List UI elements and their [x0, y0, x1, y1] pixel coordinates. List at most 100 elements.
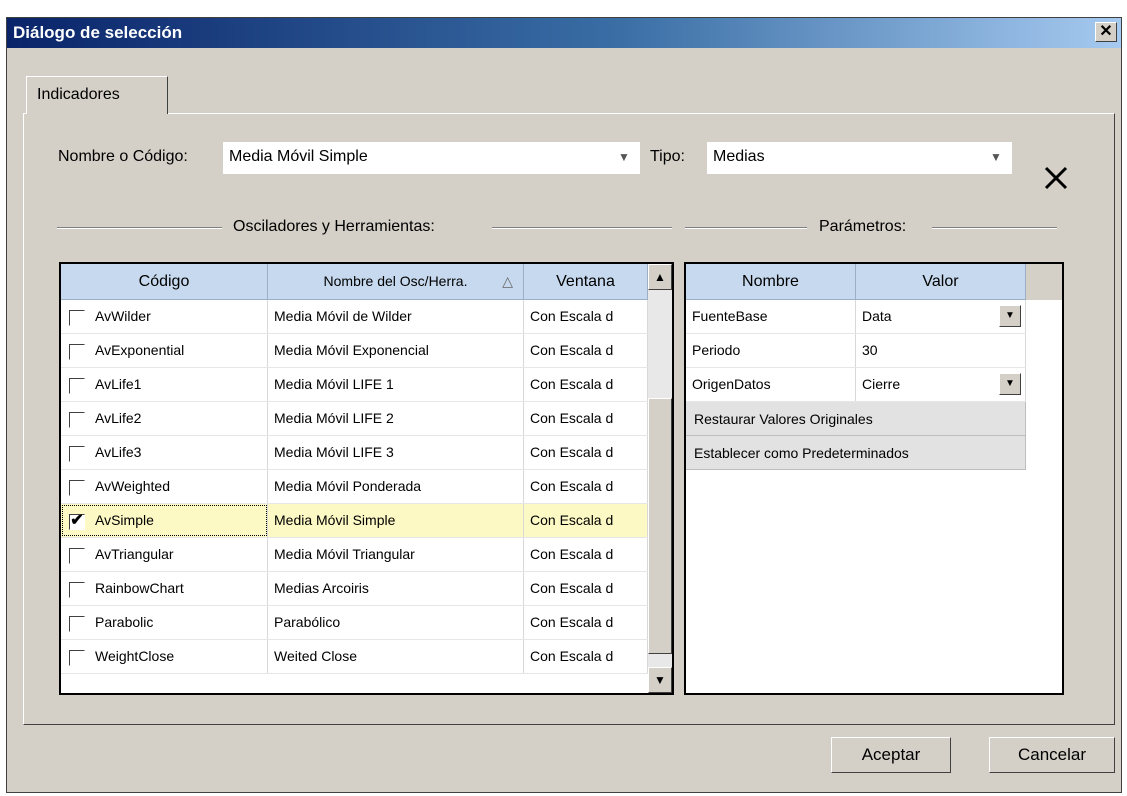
code-cell: AvTriangular	[61, 538, 268, 571]
row-checkbox[interactable]	[69, 616, 85, 632]
dialog-title: Diálogo de selección	[13, 23, 183, 42]
name-cell: Media Móvil de Wilder	[268, 300, 524, 333]
code-text: AvLife1	[95, 376, 142, 392]
row-checkbox[interactable]	[69, 480, 85, 496]
code-cell: ✔ AvSimple	[61, 504, 268, 537]
restore-defaults-button[interactable]: Restaurar Valores Originales	[686, 402, 1026, 436]
chevron-down-icon[interactable]: ▼	[986, 142, 1006, 172]
column-header-nombre[interactable]: Nombre del Osc/Herra. △	[268, 264, 524, 300]
code-text: AvExponential	[95, 342, 185, 358]
row-checkbox[interactable]	[69, 548, 85, 564]
param-value-text: Data	[862, 308, 892, 324]
code-cell: AvLife1	[61, 368, 268, 401]
selection-dialog: Diálogo de selección ✕ Indicadores Nombr…	[6, 17, 1122, 793]
name-cell: Media Móvil Triangular	[268, 538, 524, 571]
table-row[interactable]: AvWilder Media Móvil de Wilder Con Escala …	[61, 300, 648, 334]
name-cell: Medias Arcoiris	[268, 572, 524, 605]
clear-filter-icon[interactable]	[1040, 162, 1072, 194]
param-row[interactable]: FuenteBase Data ▼	[686, 300, 1026, 334]
name-cell: Media Móvil Exponencial	[268, 334, 524, 367]
column-header-ventana[interactable]: Ventana	[524, 264, 648, 300]
code-cell: AvWilder	[61, 300, 268, 333]
name-cell: Media Móvil LIFE 2	[268, 402, 524, 435]
parameters-section-title: Parámetros:	[819, 218, 907, 235]
name-filter-combobox[interactable]: Media Móvil Simple ▼	[223, 142, 640, 174]
chevron-down-icon[interactable]: ▼	[614, 142, 634, 172]
scrollbar-thumb[interactable]	[648, 398, 672, 654]
section-divider	[685, 227, 807, 229]
code-cell: AvLife2	[61, 402, 268, 435]
code-text: AvLife3	[95, 444, 142, 460]
table-row[interactable]: ✔ AvSimple Media Móvil Simple Con Escala d	[61, 504, 648, 538]
code-text: AvLife2	[95, 410, 142, 426]
code-text: WeightClose	[95, 648, 175, 664]
name-cell: Media Móvil LIFE 1	[268, 368, 524, 401]
table-row[interactable]: AvWeighted Media Móvil Ponderada Con Escal…	[61, 470, 648, 504]
code-text: AvSimple	[95, 512, 154, 528]
row-checkbox[interactable]	[69, 344, 85, 360]
row-checkbox[interactable]	[69, 378, 85, 394]
code-cell: RainbowChart	[61, 572, 268, 605]
table-row[interactable]: WeightClose Weited Close Con Escala d	[61, 640, 648, 674]
code-text: RainbowChart	[95, 580, 184, 596]
window-cell: Con Escala d	[524, 606, 648, 639]
tab-indicadores[interactable]: Indicadores	[26, 76, 168, 114]
window-cell: Con Escala d	[524, 300, 648, 333]
indicators-table: Código Nombre del Osc/Herra. △ Ventana A…	[59, 262, 674, 695]
window-cell: Con Escala d	[524, 402, 648, 435]
table-row[interactable]: AvLife1 Media Móvil LIFE 1 Con Escala d	[61, 368, 648, 402]
row-checkbox[interactable]: ✔	[69, 513, 85, 530]
section-divider	[932, 227, 1057, 229]
title-bar: Diálogo de selección	[7, 18, 1121, 48]
type-filter-value: Medias	[713, 148, 765, 165]
param-value-cell[interactable]: Data ▼	[856, 300, 1026, 333]
name-filter-label: Nombre o Código:	[58, 148, 188, 165]
chevron-down-icon[interactable]: ▼	[999, 305, 1021, 327]
close-window-button[interactable]: ✕	[1095, 22, 1117, 42]
param-value-text: 30	[862, 342, 878, 358]
table-row[interactable]: AvTriangular Media Móvil Triangular Con Es…	[61, 538, 648, 572]
name-cell: Weited Close	[268, 640, 524, 673]
vertical-scrollbar[interactable]: ▲ ▼	[648, 264, 672, 693]
chevron-down-icon[interactable]: ▼	[999, 373, 1021, 395]
row-checkbox[interactable]	[69, 582, 85, 598]
type-filter-combobox[interactable]: Medias ▼	[707, 142, 1012, 174]
row-checkbox[interactable]	[69, 412, 85, 428]
column-header-codigo[interactable]: Código	[61, 264, 268, 300]
param-value-cell[interactable]: 30	[856, 334, 1026, 367]
parameters-table: Nombre Valor FuenteBase Data ▼ Periodo 30 Ori…	[684, 262, 1064, 695]
scroll-down-button[interactable]: ▼	[648, 667, 672, 693]
tab-indicadores-label: Indicadores	[37, 86, 120, 103]
name-filter-value: Media Móvil Simple	[229, 148, 368, 165]
code-text: AvTriangular	[95, 546, 174, 562]
oscillators-section-title: Osciladores y Herramientas:	[233, 218, 435, 235]
column-header-param-valor[interactable]: Valor	[856, 264, 1026, 300]
table-row[interactable]: AvLife2 Media Móvil LIFE 2 Con Escala d	[61, 402, 648, 436]
row-checkbox[interactable]	[69, 650, 85, 666]
row-checkbox[interactable]	[69, 310, 85, 326]
code-cell: Parabolic	[61, 606, 268, 639]
cancel-button[interactable]: Cancelar	[989, 737, 1115, 773]
window-cell: Con Escala d	[524, 334, 648, 367]
column-header-param-nombre[interactable]: Nombre	[686, 264, 856, 300]
name-cell: Media Móvil Ponderada	[268, 470, 524, 503]
table-row[interactable]: Parabolic Parabólico Con Escala d	[61, 606, 648, 640]
name-cell: Parabólico	[268, 606, 524, 639]
header-filler	[1026, 264, 1062, 300]
row-checkbox[interactable]	[69, 446, 85, 462]
scroll-up-button[interactable]: ▲	[648, 264, 672, 290]
table-row[interactable]: RainbowChart Medias Arcoiris Con Escala d	[61, 572, 648, 606]
window-cell: Con Escala d	[524, 470, 648, 503]
param-name-cell: OrigenDatos	[686, 368, 856, 401]
code-text: AvWilder	[95, 308, 151, 324]
param-value-cell[interactable]: Cierre ▼	[856, 368, 1026, 401]
table-row[interactable]: AvLife3 Media Móvil LIFE 3 Con Escala d	[61, 436, 648, 470]
code-cell: WeightClose	[61, 640, 268, 673]
section-divider	[492, 227, 672, 229]
code-text: Parabolic	[95, 614, 154, 630]
param-row[interactable]: OrigenDatos Cierre ▼	[686, 368, 1026, 402]
accept-button[interactable]: Aceptar	[831, 737, 951, 773]
table-row[interactable]: AvExponential Media Móvil Exponencial Con …	[61, 334, 648, 368]
set-as-default-button[interactable]: Establecer como Predeterminados	[686, 436, 1026, 470]
param-row[interactable]: Periodo 30	[686, 334, 1026, 368]
